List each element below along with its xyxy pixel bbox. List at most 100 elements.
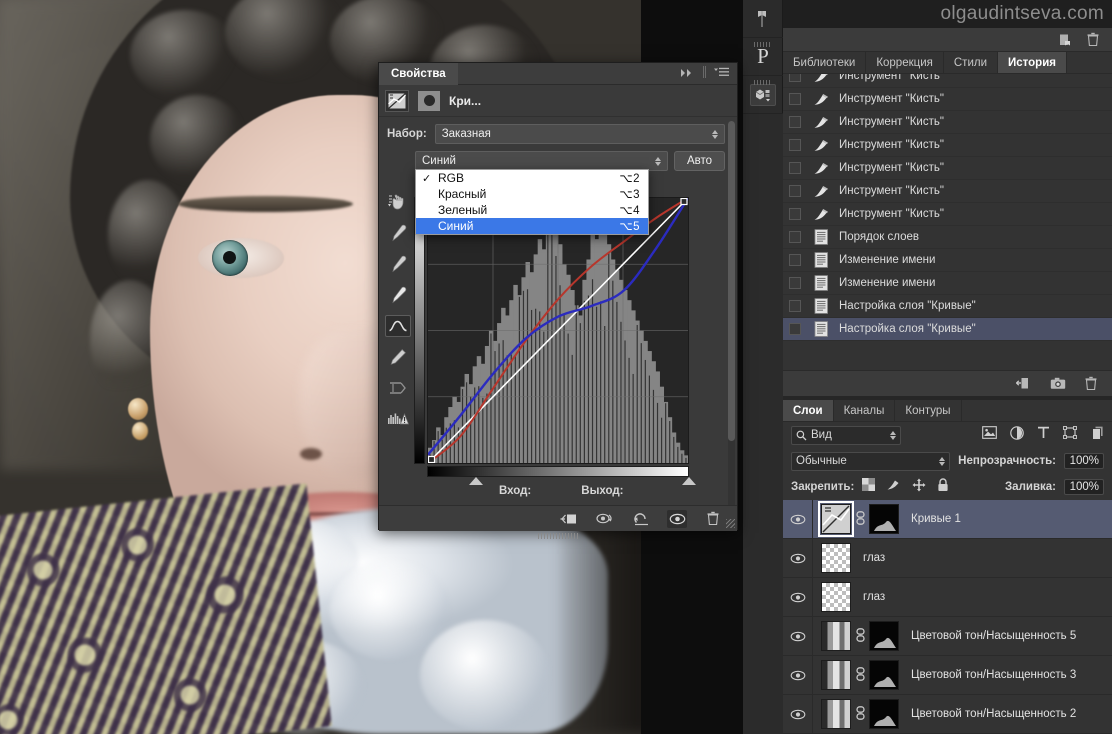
history-source-checkbox[interactable] [789,323,801,335]
layer-mask-thumbnail[interactable] [869,660,899,690]
curve-tools-column[interactable] [383,191,413,430]
chevron-updown-icon[interactable] [649,156,661,166]
layers-list[interactable]: Кривые 1 глаз глаз Цветовой тон/Насыщенност… [783,500,1112,734]
layer-pixel-thumbnail[interactable] [821,582,851,612]
tab-properties[interactable]: Свойства [379,62,458,85]
black-point-eyedropper-icon[interactable] [385,222,411,244]
history-source-checkbox[interactable] [789,254,801,266]
history-item[interactable]: Настройка слоя "Кривые" [783,295,1112,318]
smooth-curve-icon[interactable] [385,377,411,399]
view-previous-state-icon[interactable] [595,510,615,528]
layer-row[interactable]: Цветовой тон/Насыщенность 3 [783,656,1112,695]
channel-menu-item[interactable]: Синий ⌥5 [416,218,648,234]
channel-dropdown-menu[interactable]: ✓ RGB ⌥2 Красный ⌥3 Зеленый ⌥4 Синий ⌥5 [415,169,649,235]
pencil-draw-curve-icon[interactable] [385,346,411,368]
history-item[interactable]: Инструмент "Кисть" [783,134,1112,157]
3d-panel-icon[interactable] [743,76,783,114]
chevron-updown-icon[interactable] [706,129,718,139]
tab-layers[interactable]: Слои [783,400,834,421]
layer-row[interactable]: глаз [783,539,1112,578]
clip-to-layer-icon[interactable] [559,510,579,528]
layer-name-label[interactable]: Цветовой тон/Насыщенность 3 [899,669,1076,681]
history-source-checkbox[interactable] [789,185,801,197]
layer-adjustment-thumbnail[interactable] [818,501,854,537]
history-source-checkbox[interactable] [789,74,801,82]
layer-row[interactable]: Цветовой тон/Насыщенность 5 [783,617,1112,656]
curves-graph[interactable] [414,197,696,487]
titlebar-buttons[interactable] [680,65,737,83]
toggle-visibility-icon[interactable] [667,509,687,528]
layer-row[interactable]: Кривые 1 [783,500,1112,539]
new-document-from-state-icon[interactable] [1016,376,1032,391]
layer-visibility-toggle[interactable] [783,578,813,616]
tab-channels[interactable]: Каналы [833,400,896,421]
delete-layer-icon[interactable] [703,510,723,528]
history-item[interactable]: Порядок слоев [783,226,1112,249]
layer-mask-thumbnail[interactable] [869,504,899,534]
history-panel-toolbar[interactable] [783,28,1112,52]
properties-panel[interactable]: Свойства Кри... Набор: Заказная Синий Ав… [378,62,738,539]
layers-blend-row[interactable]: Обычные Непрозрачность: 100% [783,448,1112,474]
layer-name-label[interactable]: Кривые 1 [899,513,961,525]
history-source-checkbox[interactable] [789,162,801,174]
mask-link-icon[interactable] [855,666,865,684]
history-item[interactable]: Инструмент "Кисть" [783,88,1112,111]
smart-object-filter-icon[interactable] [1090,426,1104,445]
history-panel-list[interactable]: Инструмент "Кисть" Инструмент "Кисть" Инст… [783,74,1112,370]
properties-body[interactable]: Кри... Набор: Заказная Синий Авто Вход: … [379,85,737,539]
layer-visibility-toggle[interactable] [783,695,813,733]
properties-panel-icon[interactable]: P [743,38,783,76]
properties-titlebar[interactable]: Свойства [379,62,737,85]
history-source-checkbox[interactable] [789,231,801,243]
layer-mask-thumbnail[interactable] [869,699,899,729]
panel-menu-icon[interactable] [714,65,729,83]
layer-visibility-toggle[interactable] [783,539,813,577]
history-source-checkbox[interactable] [789,277,801,289]
history-source-checkbox[interactable] [789,300,801,312]
layer-name-label[interactable]: Цветовой тон/Насыщенность 2 [899,708,1076,720]
history-item[interactable]: Инструмент "Кисть" [783,111,1112,134]
layer-name-label[interactable]: глаз [851,552,885,564]
image-filter-icon[interactable] [982,426,997,444]
resize-grip-icon[interactable] [726,519,735,528]
curve-point-tool-icon[interactable] [385,315,411,337]
mini-bridge-icon[interactable] [743,0,783,38]
collapsed-panel-dock[interactable]: P [743,0,783,734]
curves-adjustment-icon[interactable] [385,89,409,112]
history-source-checkbox[interactable] [789,116,801,128]
layer-name-label[interactable]: глаз [851,591,885,603]
layer-row[interactable]: Цветовой тон/Насыщенность 2 [783,695,1112,734]
preset-row[interactable]: Набор: Заказная [379,117,737,149]
layer-filter-icons[interactable] [982,425,1104,445]
curve-plot-area[interactable] [427,197,689,464]
history-item[interactable]: Изменение имени [783,249,1112,272]
history-item[interactable]: Инструмент "Кисть" [783,203,1112,226]
auto-button[interactable]: Авто [673,151,725,171]
layer-mask-thumbnail-icon[interactable] [418,90,440,111]
tab-history[interactable]: История [998,52,1067,73]
reset-icon[interactable] [631,510,651,528]
top-panel-tabs[interactable]: Библиотеки Коррекция Стили История [783,52,1112,74]
tab-adjustments[interactable]: Коррекция [866,52,944,73]
text-filter-icon[interactable] [1037,426,1050,444]
tab-styles[interactable]: Стили [943,52,999,73]
layer-visibility-toggle[interactable] [783,617,813,655]
lock-transparent-pixels-icon[interactable] [862,478,876,496]
lock-buttons[interactable] [862,477,949,497]
lock-all-icon[interactable] [937,477,949,497]
adjustment-filter-icon[interactable] [1010,425,1024,445]
chevron-updown-icon[interactable] [884,430,896,440]
layer-adjustment-thumbnail[interactable] [821,621,851,651]
white-input-slider[interactable] [682,477,696,485]
tab-paths[interactable]: Контуры [895,400,962,421]
lock-position-icon[interactable] [912,478,926,497]
properties-footer[interactable] [379,505,737,531]
shape-filter-icon[interactable] [1063,426,1077,444]
opacity-value[interactable]: 100% [1064,453,1104,469]
layers-panel-tabs[interactable]: Слои Каналы Контуры [783,400,1112,422]
layer-visibility-toggle[interactable] [783,656,813,694]
channel-select[interactable]: Синий [415,151,668,171]
history-item[interactable]: Инструмент "Кисть" [783,74,1112,88]
white-point-eyedropper-icon[interactable] [385,284,411,306]
chevron-updown-icon[interactable] [933,456,946,466]
